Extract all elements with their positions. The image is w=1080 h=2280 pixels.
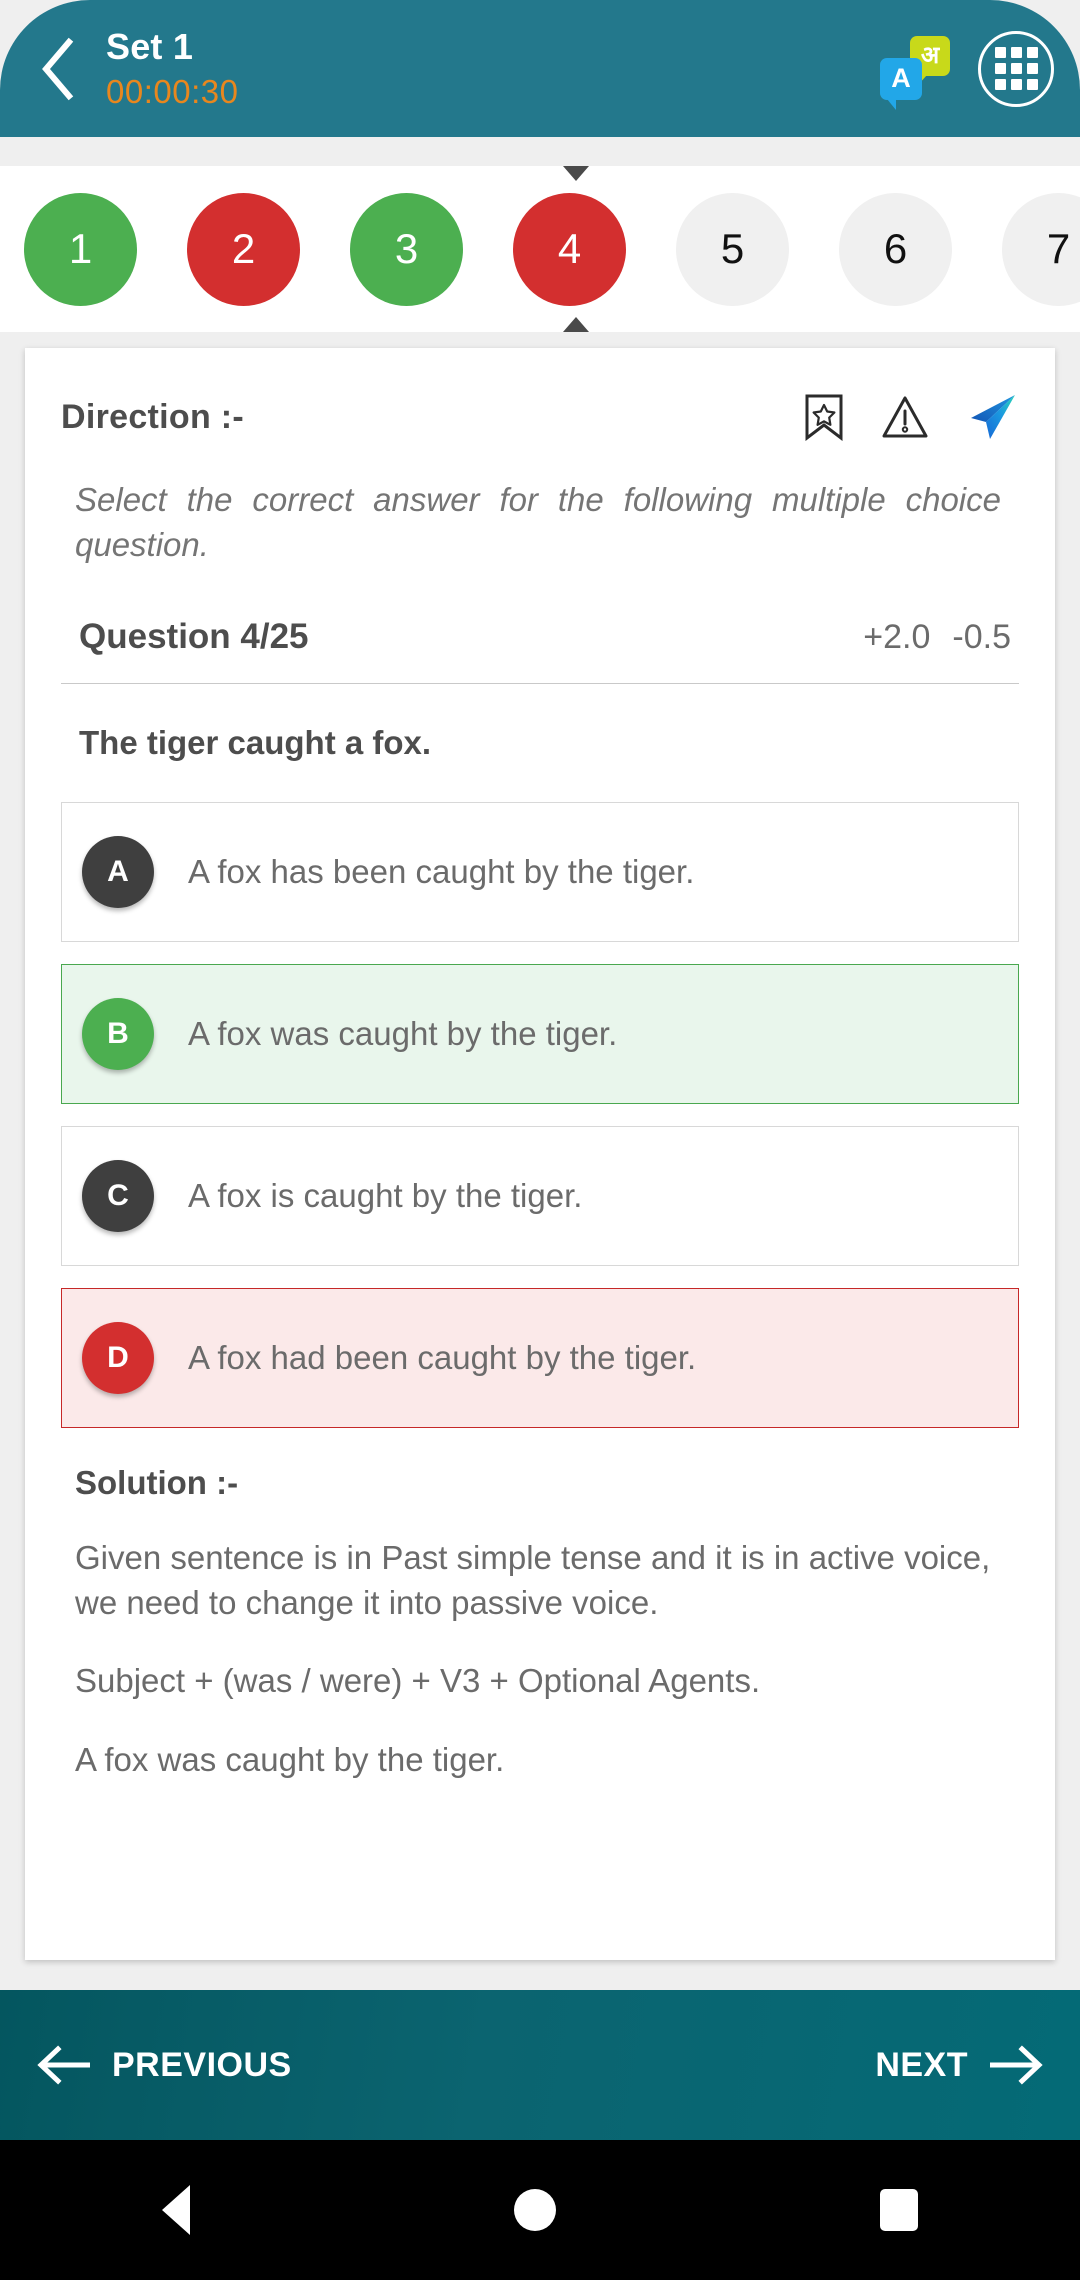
app-header: Set 1 00:00:30 अ A <box>0 0 1080 137</box>
timer-display: 00:00:30 <box>106 73 239 110</box>
question-nav-strip[interactable]: 1 2 3 4 5 6 7 <box>0 166 1080 332</box>
arrow-right-icon <box>988 2045 1044 2085</box>
option-badge: A <box>82 836 154 909</box>
option-text: A fox had been caught by the tiger. <box>188 1338 697 1376</box>
system-navigation-bar <box>0 2140 1080 2280</box>
solution-label: Solution :- <box>75 1464 239 1502</box>
apps-grid-button[interactable] <box>978 30 1054 107</box>
option-badge: D <box>82 1322 154 1395</box>
direction-text: Select the correct answer for the follow… <box>75 481 1001 563</box>
next-button[interactable]: NEXT <box>875 2045 1044 2085</box>
android-home-icon[interactable] <box>514 2189 556 2231</box>
option-badge: B <box>82 998 154 1071</box>
back-button[interactable] <box>22 29 94 109</box>
language-primary-bubble: A <box>880 57 922 110</box>
warning-triangle-icon[interactable] <box>881 394 929 440</box>
option-badge: C <box>82 1160 154 1233</box>
bookmark-star-icon[interactable] <box>803 393 845 441</box>
app-screen: Set 1 00:00:30 अ A 1 2 3 4 5 6 7 Directi… <box>0 0 1080 2280</box>
question-nav-item[interactable]: 5 <box>676 192 789 306</box>
question-nav-item[interactable]: 1 <box>24 192 137 306</box>
direction-row: Direction :- <box>61 348 1019 442</box>
option-row[interactable]: A A fox has been caught by the tiger. <box>61 802 1019 943</box>
question-nav-item[interactable]: 3 <box>350 192 463 306</box>
language-secondary-label: अ <box>920 41 940 69</box>
question-card: Direction :- Select the correct answer f… <box>25 348 1055 1960</box>
android-recents-icon[interactable] <box>880 2189 918 2231</box>
question-nav-track: 1 2 3 4 5 6 7 <box>24 166 1080 332</box>
header-spacer <box>0 137 1080 166</box>
chevron-left-icon <box>38 37 78 101</box>
question-divider <box>61 683 1019 685</box>
solution-paragraph: A fox was caught by the tiger. <box>75 1740 505 1778</box>
marks-negative: -0.5 <box>952 618 1011 657</box>
bottom-navigation-bar: PREVIOUS NEXT <box>0 1990 1080 2140</box>
header-title-block: Set 1 00:00:30 <box>106 26 880 110</box>
arrow-left-icon <box>36 2045 92 2085</box>
question-action-icons <box>803 392 1019 442</box>
solution-paragraph: Given sentence is in Past simple tense a… <box>75 1539 991 1621</box>
next-label: NEXT <box>875 2045 968 2084</box>
direction-label: Direction :- <box>61 397 245 436</box>
question-nav-item[interactable]: 6 <box>839 192 952 306</box>
previous-button[interactable]: PREVIOUS <box>36 2045 292 2085</box>
question-text: The tiger caught a fox. <box>79 724 432 762</box>
language-primary-label: A <box>891 63 911 93</box>
options-list: A A fox has been caught by the tiger. B … <box>61 802 1019 1429</box>
marks-positive: +2.0 <box>863 618 931 657</box>
question-index: Question 4/25 <box>79 617 309 657</box>
option-row-wrong[interactable]: D A fox had been caught by the tiger. <box>61 1288 1019 1429</box>
send-plane-icon[interactable] <box>965 392 1019 442</box>
option-text: A fox is caught by the tiger. <box>188 1176 583 1214</box>
apps-grid-icon <box>994 47 1038 90</box>
question-nav-item[interactable]: 7 <box>1002 192 1080 306</box>
android-back-icon[interactable] <box>162 2185 190 2235</box>
option-row[interactable]: C A fox is caught by the tiger. <box>61 1126 1019 1267</box>
question-nav-item[interactable]: 2 <box>187 192 300 306</box>
question-nav-item-current[interactable]: 4 <box>513 192 626 306</box>
marks-block: +2.0 -0.5 <box>863 618 1011 657</box>
page-title: Set 1 <box>106 26 194 67</box>
option-row-correct[interactable]: B A fox was caught by the tiger. <box>61 964 1019 1105</box>
solution-paragraph: Subject + (was / were) + V3 + Optional A… <box>75 1662 761 1700</box>
option-text: A fox was caught by the tiger. <box>188 1014 618 1052</box>
option-text: A fox has been caught by the tiger. <box>188 852 695 890</box>
language-toggle-icon[interactable]: अ A <box>880 35 950 110</box>
question-header-row: Question 4/25 +2.0 -0.5 <box>61 617 1019 657</box>
header-actions: अ A <box>880 30 1054 110</box>
previous-label: PREVIOUS <box>112 2045 292 2084</box>
current-question-caret-bottom <box>563 317 589 332</box>
